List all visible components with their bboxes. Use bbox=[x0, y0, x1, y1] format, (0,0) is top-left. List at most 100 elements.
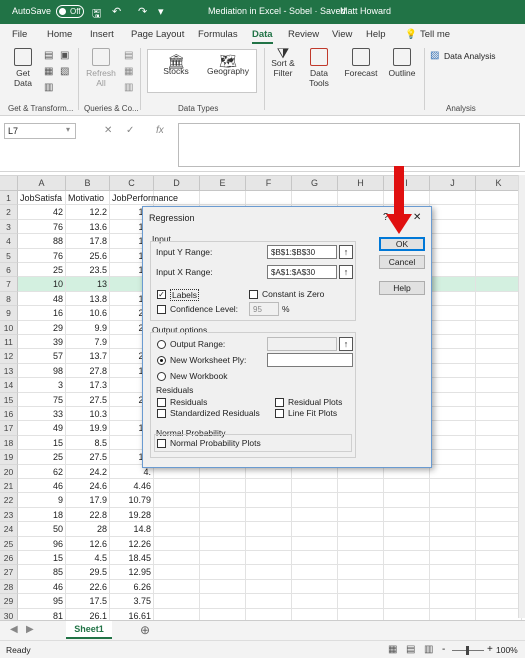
tab-help[interactable]: Help bbox=[366, 29, 386, 40]
cell[interactable]: 46 bbox=[18, 479, 66, 494]
cell[interactable]: 6.26 bbox=[110, 579, 154, 595]
geography-button[interactable]: 🗺 Geography bbox=[204, 54, 252, 76]
next-sheet-icon[interactable]: ▶ bbox=[26, 624, 34, 635]
cell[interactable] bbox=[430, 205, 476, 220]
cell[interactable] bbox=[292, 507, 338, 523]
cell[interactable] bbox=[338, 493, 384, 508]
tab-page-layout[interactable]: Page Layout bbox=[131, 29, 184, 40]
cell[interactable] bbox=[292, 493, 338, 508]
tell-me-search[interactable]: Tell me bbox=[420, 29, 450, 40]
row-header[interactable]: 21 bbox=[0, 479, 18, 494]
cell[interactable] bbox=[476, 407, 522, 422]
row-header[interactable]: 6 bbox=[0, 263, 18, 278]
from-text-icon[interactable]: ▤ bbox=[44, 50, 53, 61]
cell[interactable] bbox=[292, 479, 338, 494]
cell[interactable]: 10.6 bbox=[66, 306, 110, 321]
cell[interactable] bbox=[430, 191, 476, 206]
cell[interactable]: 12.6 bbox=[66, 536, 110, 551]
cell[interactable] bbox=[154, 507, 200, 523]
cell[interactable]: 3.75 bbox=[110, 594, 154, 609]
cell[interactable] bbox=[430, 349, 476, 364]
cell[interactable] bbox=[476, 507, 522, 523]
cell[interactable]: 16 bbox=[18, 306, 66, 321]
dialog-close-icon[interactable]: ✕ bbox=[413, 212, 421, 223]
cell[interactable] bbox=[430, 579, 476, 595]
row-header[interactable]: 12 bbox=[0, 349, 18, 364]
row-header[interactable]: 4 bbox=[0, 234, 18, 249]
cell[interactable]: 4.46 bbox=[110, 479, 154, 494]
cell[interactable] bbox=[476, 320, 522, 335]
cell[interactable] bbox=[200, 594, 246, 609]
cell[interactable] bbox=[384, 594, 430, 609]
cell[interactable] bbox=[154, 551, 200, 566]
column-header-f[interactable]: F bbox=[246, 176, 292, 191]
formula-input[interactable] bbox=[178, 123, 520, 167]
cell[interactable] bbox=[476, 306, 522, 321]
cell[interactable]: 24.2 bbox=[66, 464, 110, 479]
collapse-dialog-output-icon[interactable]: ↑ bbox=[339, 337, 353, 351]
cell[interactable]: 10.79 bbox=[110, 493, 154, 508]
zoom-level[interactable]: 100% bbox=[496, 645, 518, 655]
cell[interactable] bbox=[200, 579, 246, 595]
column-header-c[interactable]: C bbox=[110, 176, 154, 191]
autosave-toggle[interactable]: Off bbox=[56, 5, 84, 18]
cell[interactable] bbox=[292, 551, 338, 566]
new-workbook-radio[interactable] bbox=[157, 372, 166, 381]
column-header-g[interactable]: G bbox=[292, 176, 338, 191]
queries-icon[interactable]: ▤ bbox=[124, 50, 133, 61]
cell[interactable] bbox=[200, 536, 246, 551]
cell[interactable]: 27.8 bbox=[66, 363, 110, 379]
cell[interactable] bbox=[384, 507, 430, 523]
cell[interactable] bbox=[200, 565, 246, 580]
row-header[interactable]: 14 bbox=[0, 378, 18, 393]
cancel-icon[interactable]: ✕ bbox=[104, 125, 112, 136]
cell[interactable] bbox=[384, 479, 430, 494]
column-header-d[interactable]: D bbox=[154, 176, 200, 191]
cell[interactable] bbox=[476, 392, 522, 407]
cell[interactable] bbox=[476, 277, 522, 292]
sort-filter-button[interactable]: ⧩ Sort & Filter bbox=[268, 46, 298, 78]
row-header[interactable]: 10 bbox=[0, 320, 18, 335]
cell[interactable] bbox=[476, 594, 522, 609]
cell[interactable]: 76 bbox=[18, 219, 66, 235]
cell[interactable] bbox=[476, 536, 522, 551]
cell[interactable]: 13.7 bbox=[66, 349, 110, 364]
cell[interactable] bbox=[476, 522, 522, 537]
cell[interactable] bbox=[476, 435, 522, 451]
cell[interactable] bbox=[476, 551, 522, 566]
cell[interactable] bbox=[476, 291, 522, 307]
cell[interactable] bbox=[430, 450, 476, 465]
normal-view-icon[interactable]: ▦ bbox=[388, 644, 397, 655]
cell[interactable]: 18 bbox=[18, 507, 66, 523]
row-header[interactable]: 19 bbox=[0, 450, 18, 465]
cell[interactable] bbox=[154, 479, 200, 494]
column-header-i[interactable]: I bbox=[384, 176, 430, 191]
cell[interactable]: 17.3 bbox=[66, 378, 110, 393]
cell[interactable]: 17.9 bbox=[66, 493, 110, 508]
cell[interactable] bbox=[338, 522, 384, 537]
cell[interactable] bbox=[292, 579, 338, 595]
new-worksheet-ply-field[interactable] bbox=[267, 353, 353, 367]
vertical-scrollbar[interactable] bbox=[518, 175, 525, 618]
cell[interactable] bbox=[246, 551, 292, 566]
cell[interactable]: 9.9 bbox=[66, 320, 110, 335]
cell[interactable] bbox=[292, 191, 338, 206]
row-header[interactable]: 7 bbox=[0, 277, 18, 292]
row-header[interactable]: 9 bbox=[0, 306, 18, 321]
cell[interactable]: 19.9 bbox=[66, 421, 110, 436]
row-header[interactable]: 16 bbox=[0, 407, 18, 422]
cell[interactable] bbox=[430, 551, 476, 566]
cell[interactable] bbox=[430, 435, 476, 451]
add-sheet-icon[interactable]: ⊕ bbox=[140, 623, 150, 637]
existing-connections-icon[interactable]: ▧ bbox=[60, 66, 69, 77]
labels-checkbox[interactable]: ✓ bbox=[157, 290, 166, 299]
cell[interactable]: 7.9 bbox=[66, 335, 110, 350]
tab-data[interactable]: Data bbox=[252, 29, 273, 44]
cell[interactable] bbox=[476, 349, 522, 364]
cell[interactable] bbox=[200, 551, 246, 566]
cell[interactable]: 22.8 bbox=[66, 507, 110, 523]
cell[interactable]: 8.5 bbox=[66, 435, 110, 451]
cell[interactable] bbox=[292, 536, 338, 551]
cell[interactable] bbox=[476, 378, 522, 393]
cell[interactable] bbox=[476, 335, 522, 350]
